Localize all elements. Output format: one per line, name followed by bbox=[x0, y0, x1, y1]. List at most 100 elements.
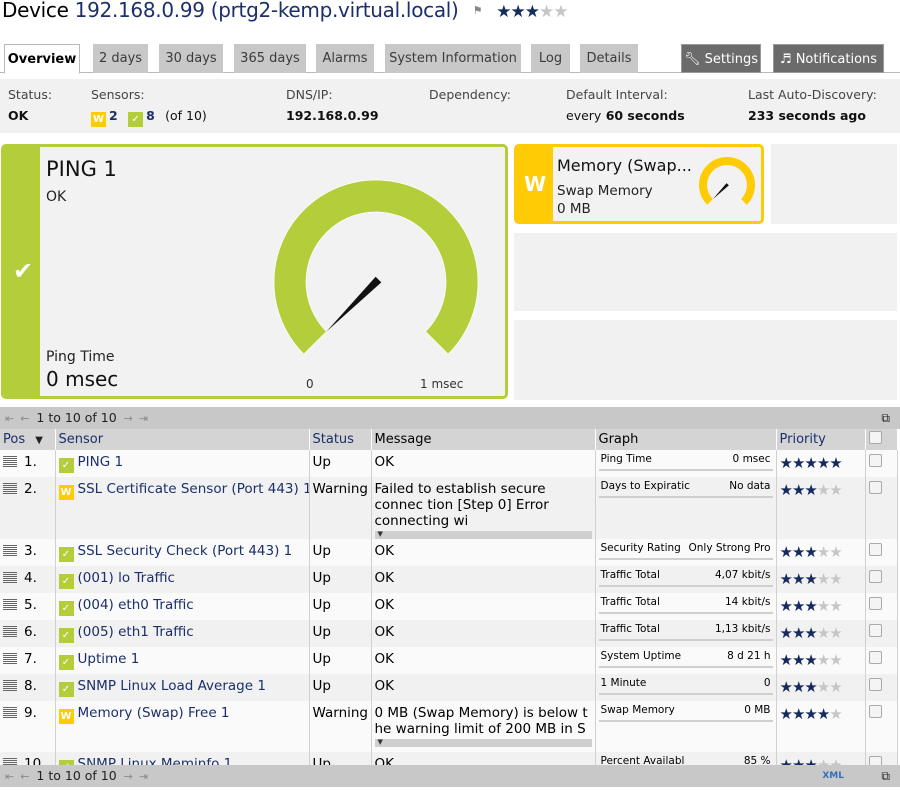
xml-export-link[interactable]: XML bbox=[822, 765, 844, 787]
next-page-icon[interactable]: → bbox=[124, 770, 133, 783]
column-sensor[interactable]: Sensor bbox=[55, 429, 310, 450]
graph-cell[interactable]: Traffic Total 4,07 kbit/s bbox=[595, 566, 777, 593]
table-row[interactable]: 7. ✓ Uptime 1 Up OK System Uptime 8 d 21 h ★★★★… bbox=[0, 647, 898, 674]
ping-gauge-tile[interactable]: ✔ PING 1 OK Ping Time 0 msec 0 1 msec bbox=[1, 144, 508, 399]
tab-details[interactable]: Details bbox=[580, 44, 638, 73]
last-page-icon[interactable]: ⇥ bbox=[139, 412, 148, 425]
tab-30-days[interactable]: 30 days bbox=[159, 44, 223, 73]
priority-cell[interactable]: ★★★★★ bbox=[776, 620, 866, 647]
device-info-bar: Status: OK Sensors: W2 ✓ 8 (of 10) DNS/IP… bbox=[0, 79, 900, 133]
warning-status-bar: W bbox=[517, 147, 553, 221]
priority-cell[interactable]: ★★★★★ bbox=[776, 477, 866, 539]
sensor-link[interactable]: Memory (Swap) Free 1 bbox=[78, 705, 230, 721]
drag-handle-icon[interactable] bbox=[3, 545, 17, 556]
sensor-link[interactable]: SSL Security Check (Port 443) 1 bbox=[78, 543, 293, 559]
tab-365-days[interactable]: 365 days bbox=[234, 44, 306, 73]
graph-cell[interactable]: System Uptime 8 d 21 h bbox=[595, 647, 777, 674]
prev-page-icon[interactable]: ← bbox=[20, 412, 29, 425]
graph-cell[interactable]: Traffic Total 1,13 kbit/s bbox=[595, 620, 777, 647]
notifications-button[interactable]: ♬︎ Notifications bbox=[773, 44, 884, 73]
settings-button[interactable]: 🔧︎ Settings bbox=[681, 44, 761, 73]
device-priority[interactable]: ★★★★★ bbox=[496, 2, 568, 22]
row-checkbox[interactable] bbox=[868, 543, 882, 556]
first-page-icon[interactable]: ⇤ bbox=[5, 412, 14, 425]
row-checkbox[interactable] bbox=[868, 651, 882, 664]
message-cell: OK bbox=[371, 566, 596, 593]
sensor-link[interactable]: SSL Certificate Sensor (Port 443) 1 bbox=[78, 481, 309, 497]
status-cell: Up bbox=[309, 620, 372, 647]
row-checkbox[interactable] bbox=[868, 624, 882, 637]
column-status[interactable]: Status bbox=[309, 429, 372, 450]
expand-message-icon[interactable]: ▼ bbox=[374, 739, 592, 747]
row-checkbox[interactable] bbox=[868, 705, 882, 718]
warning-count[interactable]: 2 bbox=[109, 108, 118, 123]
flag-icon[interactable]: ⚑ bbox=[473, 4, 483, 17]
drag-handle-icon[interactable] bbox=[3, 626, 17, 637]
gauge-sensor-name[interactable]: PING 1 bbox=[46, 157, 117, 181]
table-row[interactable]: 5. ✓ (004) eth0 Traffic Up OK Traffic Total 14… bbox=[0, 593, 898, 620]
table-row[interactable]: 2. W SSL Certificate Sensor (Port 443) 1 Wa… bbox=[0, 477, 898, 539]
table-row[interactable]: 6. ✓ (005) eth1 Traffic Up OK Traffic Total 1,… bbox=[0, 620, 898, 647]
table-row[interactable]: 4. ✓ (001) lo Traffic Up OK Traffic Total 4,07… bbox=[0, 566, 898, 593]
memory-gauge-tile[interactable]: W Memory (Swap... Swap Memory 0 MB bbox=[514, 144, 764, 224]
graph-cell[interactable]: 1 Minute 0 bbox=[595, 674, 777, 701]
drag-handle-icon[interactable] bbox=[3, 680, 17, 691]
popout-icon[interactable]: ⧉ bbox=[881, 407, 890, 429]
drag-handle-icon[interactable] bbox=[3, 456, 17, 467]
table-row[interactable]: 9. W Memory (Swap) Free 1 Warning 0 MB (Swap… bbox=[0, 701, 898, 752]
tab-2-days[interactable]: 2 days bbox=[93, 44, 148, 73]
graph-cell[interactable]: Traffic Total 14 kbit/s bbox=[595, 593, 777, 620]
sort-desc-icon[interactable]: ▼ bbox=[35, 435, 43, 446]
graph-cell[interactable]: Days to Expiratic No data bbox=[595, 477, 777, 539]
graph-cell[interactable]: Swap Memory 0 MB bbox=[595, 701, 777, 752]
row-checkbox[interactable] bbox=[868, 678, 882, 691]
table-row[interactable]: 3. ✓ SSL Security Check (Port 443) 1 Up OK Se… bbox=[0, 539, 898, 566]
table-row[interactable]: 8. ✓ SNMP Linux Load Average 1 Up OK 1 Minute… bbox=[0, 674, 898, 701]
popout-icon[interactable]: ⧉ bbox=[881, 765, 890, 787]
drag-handle-icon[interactable] bbox=[3, 653, 17, 664]
priority-cell[interactable]: ★★★★★ bbox=[776, 647, 866, 674]
select-all-checkbox[interactable] bbox=[868, 431, 882, 444]
first-page-icon[interactable]: ⇤ bbox=[5, 770, 14, 783]
priority-cell[interactable]: ★★★★★ bbox=[776, 674, 866, 701]
sensor-link[interactable]: (004) eth0 Traffic bbox=[78, 597, 194, 613]
pager-range: 1 to 10 of 10 bbox=[36, 410, 117, 425]
sensor-link[interactable]: PING 1 bbox=[78, 454, 124, 470]
tab-system-information[interactable]: System Information bbox=[385, 44, 521, 73]
drag-handle-icon[interactable] bbox=[3, 483, 17, 494]
priority-cell[interactable]: ★★★★★ bbox=[776, 539, 866, 566]
drag-handle-icon[interactable] bbox=[3, 572, 17, 583]
row-checkbox[interactable] bbox=[868, 570, 882, 583]
row-checkbox[interactable] bbox=[868, 481, 882, 494]
tab-log[interactable]: Log bbox=[531, 44, 570, 73]
gauge-needle bbox=[712, 183, 729, 200]
gauge-sensor-name[interactable]: Memory (Swap... bbox=[557, 156, 692, 175]
sensor-link[interactable]: (001) lo Traffic bbox=[78, 570, 175, 586]
sensor-link[interactable]: Uptime 1 bbox=[78, 651, 140, 667]
tab-overview[interactable]: Overview bbox=[4, 44, 80, 74]
priority-cell[interactable]: ★★★★★ bbox=[776, 593, 866, 620]
priority-stars-on: ★★★ bbox=[779, 570, 818, 588]
status-cell: Up bbox=[309, 450, 372, 477]
prev-page-icon[interactable]: ← bbox=[20, 770, 29, 783]
priority-cell[interactable]: ★★★★★ bbox=[776, 701, 866, 752]
sensor-link[interactable]: SNMP Linux Load Average 1 bbox=[78, 678, 266, 694]
tab-alarms[interactable]: Alarms bbox=[316, 44, 374, 73]
row-checkbox[interactable] bbox=[868, 597, 882, 610]
drag-handle-icon[interactable] bbox=[3, 707, 17, 718]
next-page-icon[interactable]: → bbox=[124, 412, 133, 425]
graph-cell[interactable]: Ping Time 0 msec bbox=[595, 450, 777, 477]
table-row[interactable]: 1. ✓ PING 1 Up OK Ping Time 0 msec ★★★★★ bbox=[0, 450, 898, 477]
sensor-link[interactable]: (005) eth1 Traffic bbox=[78, 624, 194, 640]
priority-cell[interactable]: ★★★★★ bbox=[776, 450, 866, 477]
column-priority[interactable]: Priority bbox=[776, 429, 866, 450]
column-pos[interactable]: Pos ▼ bbox=[0, 429, 56, 450]
ok-count[interactable]: 8 bbox=[146, 108, 155, 123]
priority-cell[interactable]: ★★★★★ bbox=[776, 566, 866, 593]
priority-stars-off: ★★ bbox=[816, 651, 843, 669]
drag-handle-icon[interactable] bbox=[3, 599, 17, 610]
last-page-icon[interactable]: ⇥ bbox=[139, 770, 148, 783]
graph-cell[interactable]: Security Rating Only Strong Pro bbox=[595, 539, 777, 566]
expand-message-icon[interactable]: ▼ bbox=[374, 531, 592, 539]
row-checkbox[interactable] bbox=[868, 454, 882, 467]
